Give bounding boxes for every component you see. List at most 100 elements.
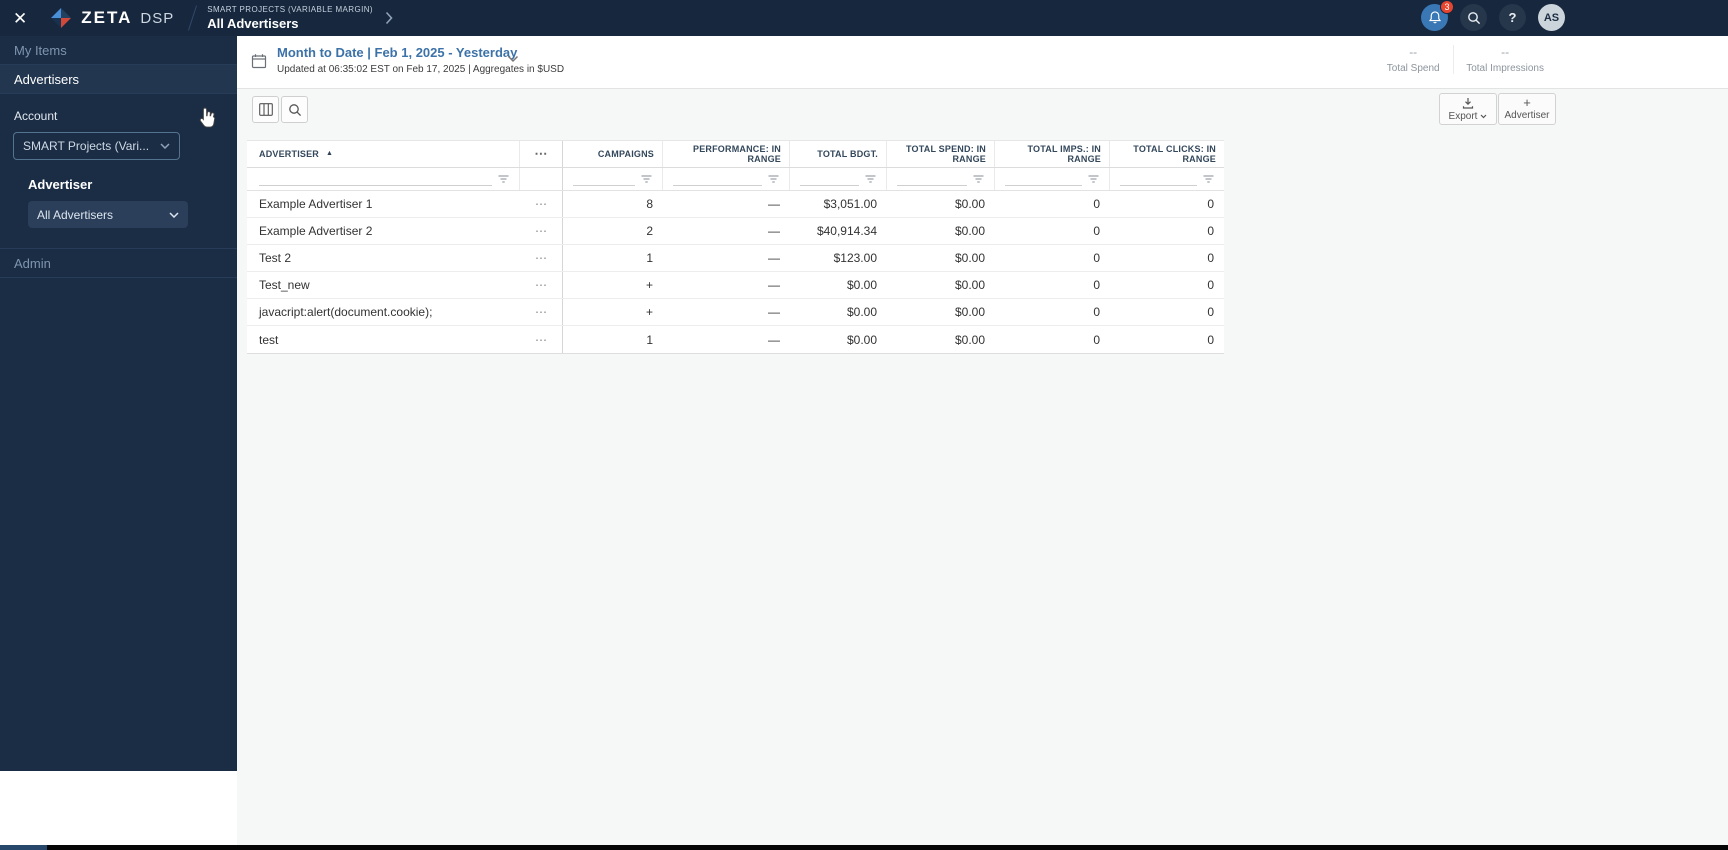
- advertiser-name[interactable]: test: [247, 326, 520, 353]
- help-button[interactable]: ?: [1499, 4, 1526, 31]
- bell-icon: [1428, 11, 1441, 24]
- advertiser-name[interactable]: javacript:alert(document.cookie);: [247, 299, 520, 325]
- chevron-right-icon[interactable]: [385, 11, 393, 25]
- breadcrumb[interactable]: SMART PROJECTS (VARIABLE MARGIN) All Adv…: [207, 5, 373, 31]
- total-spend-label: Total Spend: [1386, 63, 1440, 74]
- add-advertiser-label: Advertiser: [1504, 109, 1550, 121]
- brand-primary-text: ZETA: [81, 8, 133, 27]
- table-row: Test 2 ⋯ 1 — $123.00 $0.00 0 0: [247, 245, 1224, 272]
- performance-cell: —: [768, 197, 780, 211]
- filter-total-spend[interactable]: [887, 168, 995, 190]
- notifications-button[interactable]: 3: [1421, 0, 1454, 31]
- calendar-icon: [251, 54, 267, 69]
- chevron-down-icon: [160, 143, 170, 149]
- column-header-advertiser-label: ADVERTISER: [259, 149, 320, 159]
- topbar: ✕ ZETA DSP SMART PROJECTS (VARIABLE MARG…: [0, 0, 1728, 36]
- total-impressions-value: --: [1501, 45, 1510, 59]
- row-actions-button[interactable]: ⋯: [520, 299, 563, 325]
- total-budget-cell: $0.00: [846, 305, 877, 319]
- advertiser-name[interactable]: Example Advertiser 1: [247, 191, 520, 217]
- row-actions-button[interactable]: ⋯: [520, 326, 563, 353]
- column-header-advertiser[interactable]: ADVERTISER ▲: [247, 141, 520, 167]
- filter-actions-spacer: [520, 168, 563, 190]
- filter-campaigns[interactable]: [563, 168, 663, 190]
- campaigns-cell[interactable]: 1: [563, 326, 663, 353]
- advertiser-name[interactable]: Test_new: [247, 272, 520, 298]
- sidebar-item-advertisers[interactable]: Advertisers: [0, 65, 237, 94]
- plus-icon: +: [1523, 94, 1531, 110]
- total-budget-cell: $0.00: [846, 278, 877, 292]
- table-header-row: ADVERTISER ▲ ⋯ CAMPAIGNS PERFORMANCE: IN…: [247, 141, 1224, 168]
- filter-icon: [865, 174, 876, 183]
- date-range-text: Month to Date | Feb 1, 2025 - Yesterday: [277, 45, 518, 60]
- main-content: Month to Date | Feb 1, 2025 - Yesterday …: [237, 36, 1728, 845]
- column-header-total-imps[interactable]: TOTAL IMPS.: IN RANGE: [995, 141, 1110, 167]
- row-actions-button[interactable]: ⋯: [520, 245, 563, 271]
- campaigns-cell[interactable]: 8: [563, 191, 663, 217]
- table-search-button[interactable]: [281, 96, 308, 123]
- sidebar: My Items Advertisers Account SMART Proje…: [0, 36, 237, 771]
- total-clicks-cell: 0: [1207, 278, 1214, 292]
- filter-advertiser[interactable]: [247, 168, 520, 190]
- add-advertiser-button[interactable]: + Advertiser: [1498, 93, 1556, 125]
- sidebar-item-admin[interactable]: Admin: [0, 249, 237, 278]
- total-imps-cell: 0: [1093, 332, 1100, 347]
- close-icon[interactable]: ✕: [13, 10, 27, 27]
- campaigns-cell[interactable]: +: [563, 272, 663, 298]
- total-spend-value: --: [1409, 45, 1418, 59]
- campaigns-cell[interactable]: +: [563, 299, 663, 325]
- table-row: Test_new ⋯ + — $0.00 $0.00 0 0: [247, 272, 1224, 299]
- column-header-campaigns[interactable]: CAMPAIGNS: [563, 141, 663, 167]
- date-range-selector[interactable]: Month to Date | Feb 1, 2025 - Yesterday …: [277, 45, 564, 75]
- breadcrumb-current: All Advertisers: [207, 16, 299, 31]
- filter-total-clicks[interactable]: [1110, 168, 1224, 190]
- column-header-actions[interactable]: ⋯: [520, 141, 563, 167]
- summary-stats: -- Total Spend -- Total Impressions: [1373, 45, 1556, 74]
- advertiser-label: Advertiser: [28, 177, 93, 192]
- sidebar-item-my-items[interactable]: My Items: [0, 36, 237, 65]
- advertiser-name[interactable]: Test 2: [247, 245, 520, 271]
- table-row: javacript:alert(document.cookie); ⋯ + — …: [247, 299, 1224, 326]
- account-select[interactable]: SMART Projects (Vari...: [13, 132, 180, 160]
- filter-total-imps[interactable]: [995, 168, 1110, 190]
- row-actions-button[interactable]: ⋯: [520, 272, 563, 298]
- performance-cell: —: [768, 278, 780, 292]
- filter-performance[interactable]: [663, 168, 790, 190]
- search-icon: [1467, 11, 1480, 24]
- filter-icon: [641, 174, 652, 183]
- sort-asc-icon: ▲: [326, 150, 334, 157]
- filter-total-budget[interactable]: [790, 168, 887, 190]
- total-clicks-cell: 0: [1207, 197, 1214, 211]
- chevron-down-icon[interactable]: [507, 55, 519, 63]
- column-header-total-budget[interactable]: TOTAL BDGT.: [790, 141, 887, 167]
- filter-icon: [973, 174, 984, 183]
- filter-icon: [768, 174, 779, 183]
- account-select-value: SMART Projects (Vari...: [23, 139, 150, 153]
- advertiser-select[interactable]: All Advertisers: [28, 201, 188, 228]
- column-header-total-clicks[interactable]: TOTAL CLICKS: IN RANGE: [1110, 141, 1224, 167]
- column-header-total-spend[interactable]: TOTAL SPEND: IN RANGE: [887, 141, 995, 167]
- total-spend-cell: $0.00: [954, 332, 985, 347]
- notification-badge: 3: [1440, 0, 1454, 14]
- column-settings-button[interactable]: [252, 96, 279, 123]
- advertiser-name[interactable]: Example Advertiser 2: [247, 218, 520, 244]
- filter-icon: [1203, 174, 1214, 183]
- brand[interactable]: ZETA DSP: [49, 6, 174, 30]
- row-actions-button[interactable]: ⋯: [520, 218, 563, 244]
- column-header-performance[interactable]: PERFORMANCE: IN RANGE: [663, 141, 790, 167]
- total-clicks-cell: 0: [1207, 305, 1214, 319]
- campaigns-cell[interactable]: 1: [563, 245, 663, 271]
- filter-icon: [498, 174, 509, 183]
- updated-text: Updated at 06:35:02 EST on Feb 17, 2025 …: [277, 64, 565, 75]
- export-button[interactable]: Export: [1439, 93, 1497, 125]
- chevron-down-icon: [169, 211, 179, 218]
- date-header: Month to Date | Feb 1, 2025 - Yesterday …: [237, 36, 1728, 89]
- row-actions-button[interactable]: ⋯: [520, 191, 563, 217]
- avatar[interactable]: AS: [1538, 4, 1565, 31]
- campaigns-cell[interactable]: 2: [563, 218, 663, 244]
- total-spend-cell: $0.00: [954, 278, 985, 292]
- global-search-button[interactable]: [1460, 4, 1487, 31]
- advertisers-table: ADVERTISER ▲ ⋯ CAMPAIGNS PERFORMANCE: IN…: [247, 140, 1224, 354]
- total-impressions-stat: -- Total Impressions: [1453, 45, 1556, 74]
- total-impressions-label: Total Impressions: [1466, 63, 1544, 74]
